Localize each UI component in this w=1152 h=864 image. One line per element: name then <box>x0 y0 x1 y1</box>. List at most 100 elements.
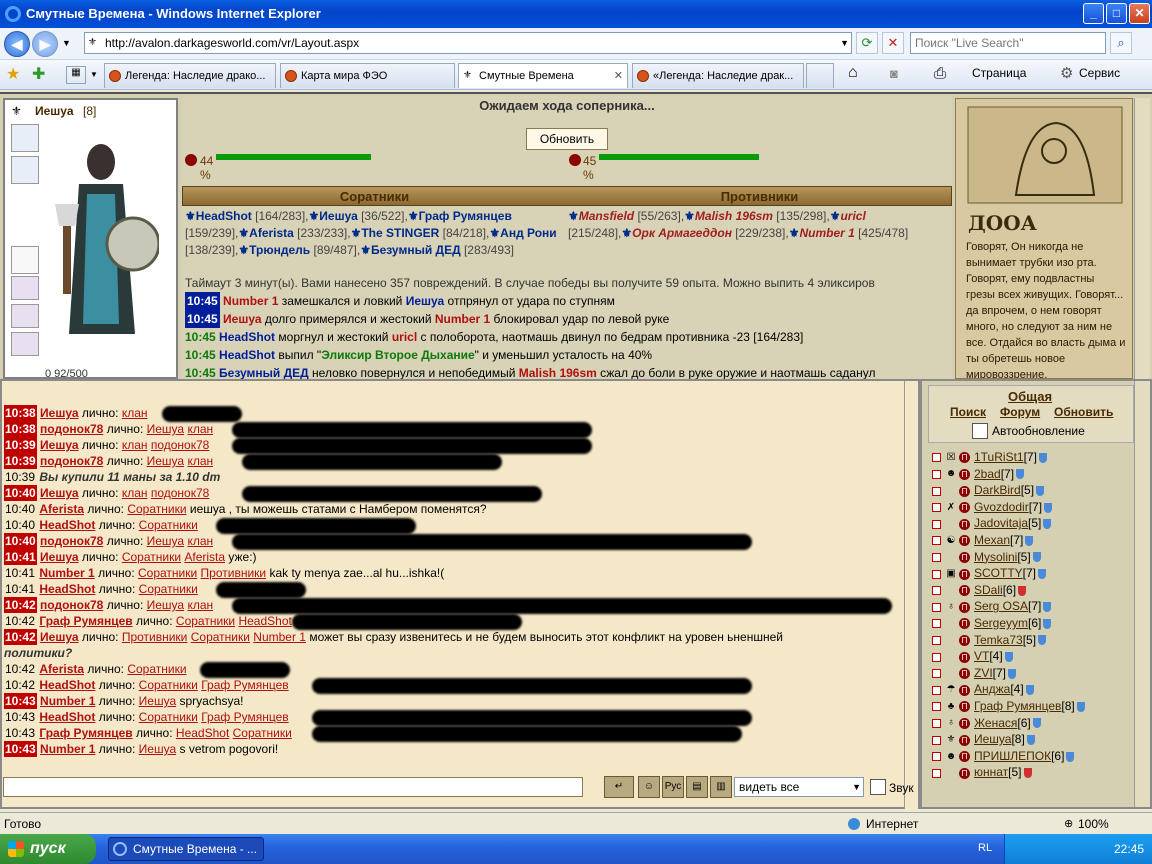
chat-author[interactable]: Граф Румянцев <box>39 614 132 628</box>
add-favorite-icon[interactable]: ✚ <box>32 64 45 84</box>
chat-recipient[interactable]: клан <box>187 454 213 468</box>
user-name[interactable]: Mexan <box>974 533 1010 547</box>
user-name[interactable]: ПРИШЛЕПОК <box>974 749 1051 763</box>
chat-recipient[interactable]: клан <box>187 422 213 436</box>
enemy-name[interactable]: Орк Армагеддон <box>632 226 732 240</box>
maximize-button[interactable]: □ <box>1106 3 1127 24</box>
chat-recipient[interactable]: Соратники <box>127 502 186 516</box>
chat-recipient[interactable]: Соратники <box>191 630 250 644</box>
start-button[interactable]: пуск <box>0 834 96 864</box>
chat-recipient[interactable]: клан <box>122 406 148 420</box>
user-name[interactable]: Serg OSA <box>974 599 1028 613</box>
users-search-link[interactable]: Поиск <box>950 405 986 419</box>
user-select-checkbox[interactable] <box>932 453 941 463</box>
address-bar[interactable]: ⚜ http://avalon.darkagesworld.com/vr/Lay… <box>84 32 852 54</box>
chat-recipient[interactable]: Соратники <box>122 550 181 564</box>
auto-refresh-checkbox[interactable] <box>972 423 988 439</box>
chat-recipient[interactable]: клан <box>187 598 213 612</box>
chat-author[interactable]: Number 1 <box>40 694 95 708</box>
item-slot-ring-1[interactable] <box>11 276 39 300</box>
chat-recipient[interactable]: Иешуа <box>147 454 184 468</box>
user-select-checkbox[interactable] <box>932 469 941 479</box>
page-menu[interactable]: Страница <box>972 66 1026 80</box>
user-select-checkbox[interactable] <box>932 552 941 562</box>
chat-recipient[interactable]: подонок78 <box>151 486 209 500</box>
user-select-checkbox[interactable] <box>932 619 941 629</box>
ally-name[interactable]: Безумный ДЕД <box>371 243 461 257</box>
address-dropdown-icon[interactable]: ▼ <box>840 33 849 53</box>
chat-recipient[interactable]: Противники <box>201 566 267 580</box>
chat-filter-select[interactable]: видеть все ▼ <box>734 777 864 797</box>
clear-chat-button[interactable]: ▤ <box>686 776 708 798</box>
user-select-checkbox[interactable] <box>932 652 941 662</box>
user-select-checkbox[interactable] <box>932 503 941 513</box>
user-select-checkbox[interactable] <box>932 602 941 612</box>
users-refresh-link[interactable]: Обновить <box>1054 405 1113 419</box>
user-select-checkbox[interactable] <box>932 752 941 762</box>
ally-name[interactable]: Анд Рони <box>500 226 557 240</box>
ally-name[interactable]: Трюндель <box>249 243 310 257</box>
chat-recipient[interactable]: клан <box>122 438 148 452</box>
item-slot-ring-3[interactable] <box>11 332 39 356</box>
log-actor[interactable]: Иешуа <box>223 312 262 326</box>
item-slot-ring-2[interactable] <box>11 304 39 328</box>
history-dropdown-icon[interactable]: ▼ <box>62 38 71 48</box>
user-select-checkbox[interactable] <box>932 519 941 529</box>
log-actor[interactable]: HeadShot <box>219 348 275 362</box>
user-select-checkbox[interactable] <box>932 768 941 778</box>
chat-author[interactable]: подонок78 <box>40 454 103 468</box>
user-name[interactable]: Sergeyym <box>974 616 1028 630</box>
user-name[interactable]: 2bad <box>974 467 1001 481</box>
chat-recipient[interactable]: HeadShot <box>238 614 291 628</box>
user-name[interactable]: 1TuRiSt1 <box>974 450 1024 464</box>
forward-button[interactable]: ▶ <box>32 31 58 57</box>
home-icon[interactable]: ⌂ <box>848 64 858 82</box>
chat-recipient[interactable]: Соратники <box>139 678 198 692</box>
chat-author[interactable]: подонок78 <box>40 422 103 436</box>
ally-name[interactable]: The STINGER <box>361 226 439 240</box>
top-scrollbar[interactable] <box>1134 98 1150 379</box>
chat-author[interactable]: Граф Румянцев <box>39 726 132 740</box>
user-name[interactable]: DarkBird <box>974 483 1021 497</box>
ally-name[interactable]: Граф Румянцев <box>419 209 512 223</box>
user-select-checkbox[interactable] <box>932 536 941 546</box>
chat-author[interactable]: Иешуа <box>40 486 79 500</box>
user-select-checkbox[interactable] <box>932 586 941 596</box>
log-actor[interactable]: Number 1 <box>223 294 278 308</box>
user-select-checkbox[interactable] <box>932 486 941 496</box>
tab-list-dropdown-icon[interactable]: ▼ <box>90 70 98 79</box>
ally-name[interactable]: Aferista <box>249 226 294 240</box>
chat-recipient[interactable]: клан <box>122 486 148 500</box>
chat-author[interactable]: HeadShot <box>39 710 95 724</box>
user-name[interactable]: Граф Румянцев <box>974 699 1061 713</box>
item-slot-amulet[interactable] <box>11 156 39 184</box>
user-select-checkbox[interactable] <box>932 702 941 712</box>
close-button[interactable]: ✕ <box>1129 3 1150 24</box>
feeds-icon[interactable]: ◙ <box>890 66 898 81</box>
chat-author[interactable]: HeadShot <box>39 582 95 596</box>
log-target[interactable]: Malish 196sm <box>519 366 597 379</box>
back-button[interactable]: ◀ <box>4 31 30 57</box>
refresh-icon[interactable]: ⟳ <box>856 32 878 54</box>
refresh-fight-button[interactable]: Обновить <box>526 128 608 150</box>
enemy-name[interactable]: Malish 196sm <box>695 209 773 223</box>
stop-icon[interactable]: ✕ <box>882 32 904 54</box>
chat-recipient[interactable]: Иешуа <box>139 694 176 708</box>
chat-recipient[interactable]: HeadShot <box>176 726 229 740</box>
user-name[interactable]: ZVI <box>974 666 993 680</box>
tab-legend-1[interactable]: Легенда: Наследие драко... <box>104 63 276 88</box>
user-select-checkbox[interactable] <box>932 569 941 579</box>
sound-checkbox[interactable] <box>870 779 886 795</box>
chat-recipient[interactable]: Number 1 <box>253 630 306 644</box>
user-select-checkbox[interactable] <box>932 735 941 745</box>
ally-name[interactable]: HeadShot <box>196 209 252 223</box>
chat-recipient[interactable]: Иешуа <box>147 534 184 548</box>
search-input[interactable]: Поиск "Live Search" <box>910 32 1106 54</box>
user-select-checkbox[interactable] <box>932 669 941 679</box>
enemy-name[interactable]: Mansfield <box>579 209 634 223</box>
chat-author[interactable]: Иешуа <box>40 550 79 564</box>
user-select-checkbox[interactable] <box>932 635 941 645</box>
user-name[interactable]: юннат <box>974 765 1008 779</box>
service-menu[interactable]: Сервис <box>1079 66 1120 80</box>
ally-name[interactable]: Иешуа <box>319 209 358 223</box>
